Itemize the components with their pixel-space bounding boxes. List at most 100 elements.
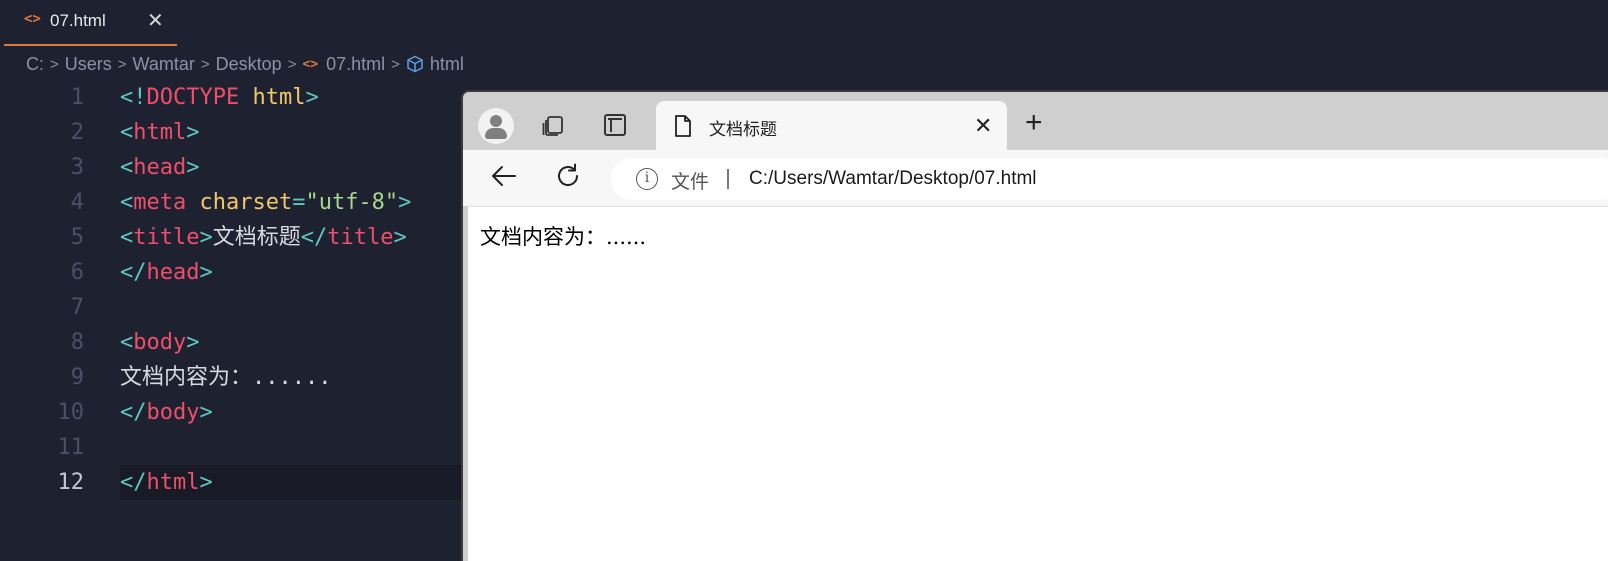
code-token: = — [292, 190, 306, 215]
address-url[interactable]: C:/Users/Wamtar/Desktop/07.html — [749, 168, 1037, 190]
code-token: meta — [133, 190, 187, 215]
line-number-gutter: 1 2 3 4 5 6 7 8 9 10 11 12 — [40, 80, 85, 500]
code-line[interactable]: <body> — [120, 325, 465, 360]
address-divider — [727, 169, 729, 189]
close-icon[interactable]: ✕ — [147, 8, 164, 33]
browser-window: 文档标题 ✕ + i 文件 C:/Users/Wamtar/Desktop/07… — [461, 90, 1608, 561]
code-token: body — [146, 400, 200, 425]
chevron-right-icon: > — [391, 55, 400, 73]
code-token: body — [133, 330, 187, 355]
workspaces-icon[interactable] — [541, 114, 565, 138]
breadcrumb-item-users[interactable]: Users — [65, 54, 112, 75]
reload-icon[interactable] — [554, 162, 582, 190]
code-line-empty[interactable] — [120, 290, 465, 325]
code-token: html — [133, 120, 187, 145]
breadcrumb-item-desktop[interactable]: Desktop — [216, 54, 282, 75]
line-number: 5 — [70, 225, 84, 250]
code-token: html — [252, 85, 306, 110]
code-token: > — [398, 190, 412, 215]
line-number: 8 — [70, 330, 84, 355]
line-number: 3 — [70, 155, 84, 180]
html-file-icon: <> — [302, 56, 319, 72]
breadcrumb-item-wamtar[interactable]: Wamtar — [133, 54, 195, 75]
line-number-active: 12 — [57, 470, 85, 495]
info-icon[interactable]: i — [636, 168, 658, 190]
code-line[interactable]: </head> — [120, 255, 465, 290]
line-number: 6 — [70, 260, 84, 285]
code-token: <! — [120, 85, 147, 110]
line-number: 7 — [70, 295, 84, 320]
code-token: < — [120, 190, 134, 215]
profile-icon[interactable] — [478, 108, 514, 144]
editor-tab-07-html[interactable]: <> 07.html ✕ — [4, 0, 177, 46]
code-token: DOCTYPE — [146, 85, 240, 110]
breadcrumb-item-file[interactable]: 07.html — [326, 54, 385, 75]
code-token: title — [327, 225, 394, 250]
code-token: </ — [120, 260, 147, 285]
browser-tab-title: 文档标题 — [709, 120, 777, 140]
code-token: < — [120, 155, 134, 180]
code-token: "utf-8" — [305, 190, 399, 215]
code-line-empty[interactable] — [120, 430, 465, 465]
vertical-tabs-icon[interactable] — [604, 114, 626, 136]
code-line[interactable]: <html> — [120, 115, 465, 150]
line-number: 11 — [57, 435, 85, 460]
line-number: 1 — [70, 85, 84, 110]
code-token: > — [199, 470, 213, 495]
code-token: > — [393, 225, 407, 250]
code-token: head — [146, 260, 200, 285]
line-number: 9 — [70, 365, 84, 390]
address-bar[interactable]: i 文件 C:/Users/Wamtar/Desktop/07.html — [611, 158, 1608, 200]
code-line[interactable]: <!DOCTYPE html> — [120, 80, 465, 115]
editor-tab-bar: <> 07.html ✕ — [0, 0, 1608, 46]
code-token: 文档内容为：...... — [120, 365, 332, 390]
breadcrumb-item-element[interactable]: html — [430, 54, 464, 75]
profile-body — [485, 128, 507, 139]
browser-tab-active[interactable]: 文档标题 ✕ — [656, 101, 1007, 151]
code-line-current[interactable]: </html> — [120, 465, 465, 500]
chevron-right-icon: > — [287, 55, 297, 73]
chevron-right-icon: > — [117, 55, 127, 73]
code-token: < — [120, 330, 134, 355]
code-line[interactable]: <head> — [120, 150, 465, 185]
page-content: 文档内容为：...... — [468, 206, 1608, 561]
code-token: head — [133, 155, 187, 180]
line-number: 2 — [70, 120, 84, 145]
page-icon — [675, 115, 691, 137]
line-number: 10 — [57, 400, 85, 425]
code-line[interactable]: <meta charset="utf-8"> — [120, 185, 465, 220]
code-token: > — [199, 400, 213, 425]
chevron-right-icon: > — [50, 55, 59, 73]
code-line[interactable]: </body> — [120, 395, 465, 430]
breadcrumb-item-drive[interactable]: C: — [26, 54, 44, 75]
code-token: < — [120, 120, 134, 145]
browser-toolbar: i 文件 C:/Users/Wamtar/Desktop/07.html — [463, 150, 1608, 206]
element-cube-icon — [407, 55, 423, 73]
code-token: </ — [120, 470, 147, 495]
code-token: > — [199, 225, 213, 250]
code-token: < — [120, 225, 134, 250]
back-arrow-icon[interactable] — [490, 162, 518, 190]
browser-tab-strip: 文档标题 ✕ + — [463, 92, 1608, 151]
code-token: > — [199, 260, 213, 285]
code-editor[interactable]: <!DOCTYPE html> <html> <head> <meta char… — [120, 80, 465, 500]
html-file-icon: <> — [24, 11, 41, 27]
code-line[interactable]: 文档内容为：...... — [120, 360, 465, 395]
code-line[interactable]: <title>文档标题</title> — [120, 220, 465, 255]
code-token: title — [133, 225, 200, 250]
line-number: 4 — [70, 190, 84, 215]
address-scheme-label: 文件 — [671, 171, 710, 193]
chevron-right-icon: > — [200, 55, 210, 73]
page-body-text: 文档内容为：...... — [480, 225, 647, 249]
code-token: > — [186, 120, 200, 145]
close-icon[interactable]: ✕ — [974, 113, 992, 139]
editor-tab-label: 07.html — [50, 11, 106, 30]
code-token: charset — [199, 190, 293, 215]
code-token: > — [305, 85, 319, 110]
code-token: </ — [120, 400, 147, 425]
breadcrumb: C: > Users > Wamtar > Desktop > <> 07.ht… — [26, 52, 464, 76]
code-token: > — [186, 330, 200, 355]
new-tab-icon[interactable]: + — [1025, 108, 1043, 138]
